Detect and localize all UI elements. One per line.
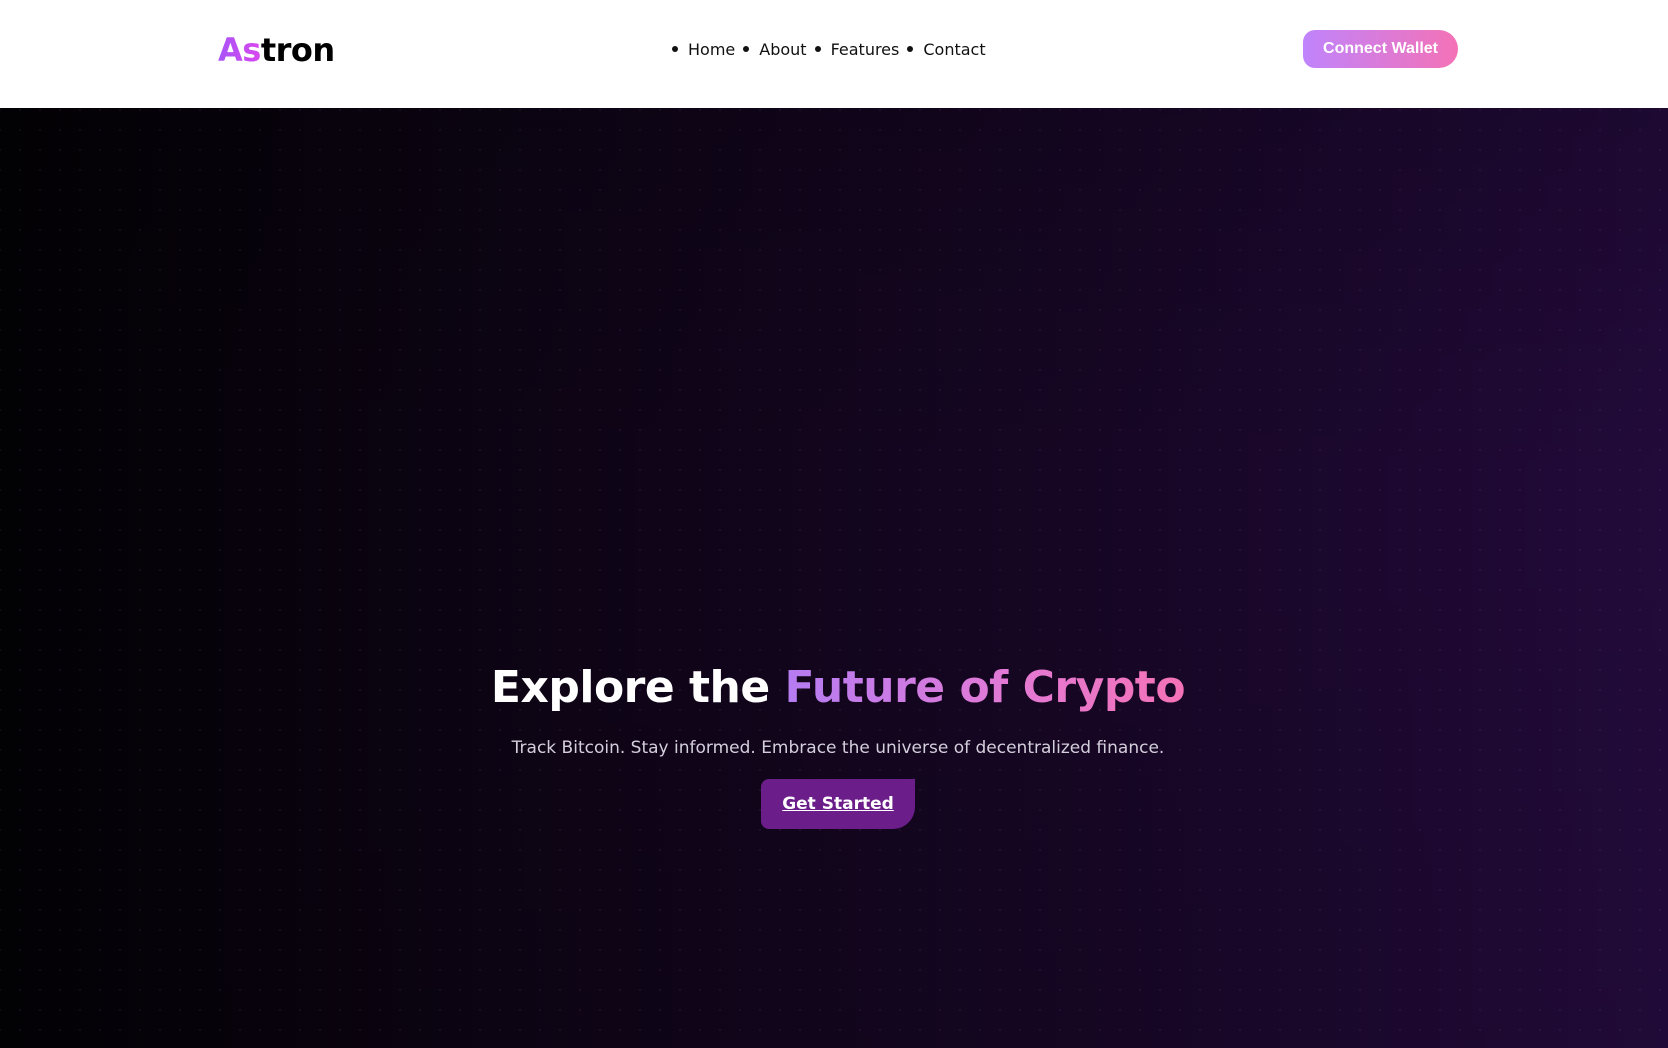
nav-bullet-icon bbox=[907, 46, 914, 52]
nav-link-home[interactable]: Home bbox=[688, 40, 735, 59]
nav-link-about[interactable]: About bbox=[759, 40, 806, 59]
logo-rest-text: tron bbox=[260, 31, 335, 69]
nav-link-features[interactable]: Features bbox=[831, 40, 900, 59]
connect-wallet-button[interactable]: Connect Wallet bbox=[1303, 30, 1458, 68]
get-started-button[interactable]: Get Started bbox=[761, 779, 915, 829]
hero-subtitle: Track Bitcoin. Stay informed. Embrace th… bbox=[511, 738, 1165, 758]
hero-title-highlight: Future of Crypto bbox=[784, 662, 1186, 713]
nav-bullet-icon bbox=[814, 46, 821, 52]
nav-bullet-icon bbox=[672, 46, 678, 52]
nav-bullet-icon bbox=[743, 46, 750, 52]
site-logo[interactable]: Astron bbox=[218, 28, 335, 72]
hero-overlay bbox=[0, 108, 1668, 1048]
hero-title: Explore the Future of Crypto bbox=[0, 656, 1668, 720]
hero-title-plain: Explore the bbox=[490, 662, 785, 713]
main-nav: Home About Features Contact bbox=[668, 36, 986, 62]
nav-link-contact[interactable]: Contact bbox=[923, 40, 985, 59]
top-navbar: Astron Home About Features Contact Conne… bbox=[0, 0, 1668, 108]
hero-section: Explore the Future of Crypto Track Bitco… bbox=[0, 108, 1668, 1048]
logo-accent-text: As bbox=[218, 31, 261, 69]
